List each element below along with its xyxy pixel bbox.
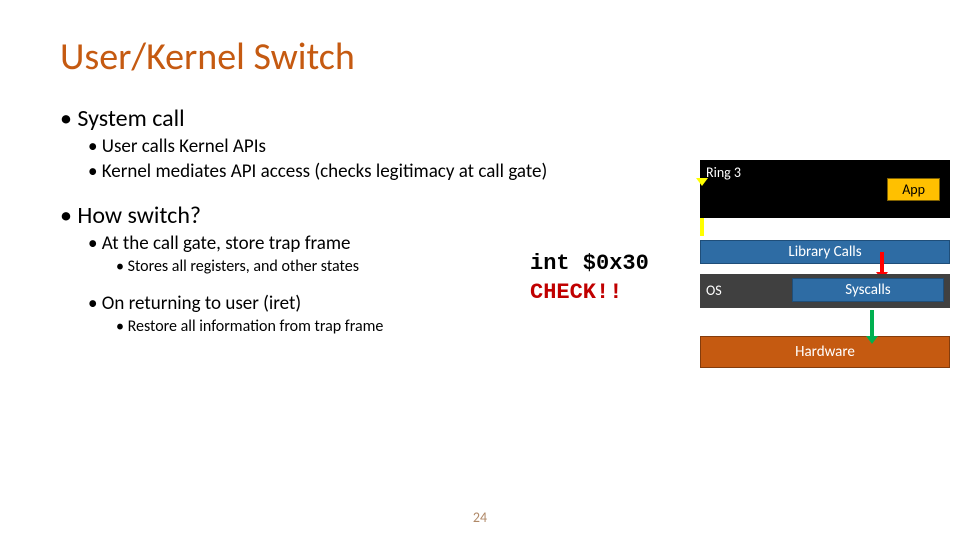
layer-diagram: Ring 3 App Library Calls OS Syscalls Har… [700, 160, 950, 368]
code-annotation: int $0x30 CHECK!! [530, 250, 649, 307]
syscalls-box: Syscalls [792, 278, 944, 302]
code-line: int $0x30 [530, 250, 649, 279]
bullet-l1: System call [60, 104, 920, 133]
hardware-box: Hardware [700, 336, 950, 368]
slide-title: User/Kernel Switch [60, 34, 920, 80]
library-calls-box: Library Calls [700, 240, 950, 264]
os-band: OS Syscalls [700, 274, 950, 308]
ring3-band: Ring 3 App [700, 160, 950, 218]
arrow-syscalls-to-hardware [870, 310, 874, 336]
code-line-emphasis: CHECK!! [530, 279, 649, 308]
app-box: App [887, 178, 940, 201]
arrow-library-to-syscalls [880, 252, 884, 272]
bullet-l2: User calls Kernel APIs [88, 135, 920, 158]
page-number: 24 [473, 509, 487, 526]
os-label: OS [706, 282, 722, 299]
slide: User/Kernel Switch System call User call… [0, 0, 960, 540]
ring3-label: Ring 3 [706, 164, 741, 181]
arrow-app-to-library [700, 218, 704, 236]
